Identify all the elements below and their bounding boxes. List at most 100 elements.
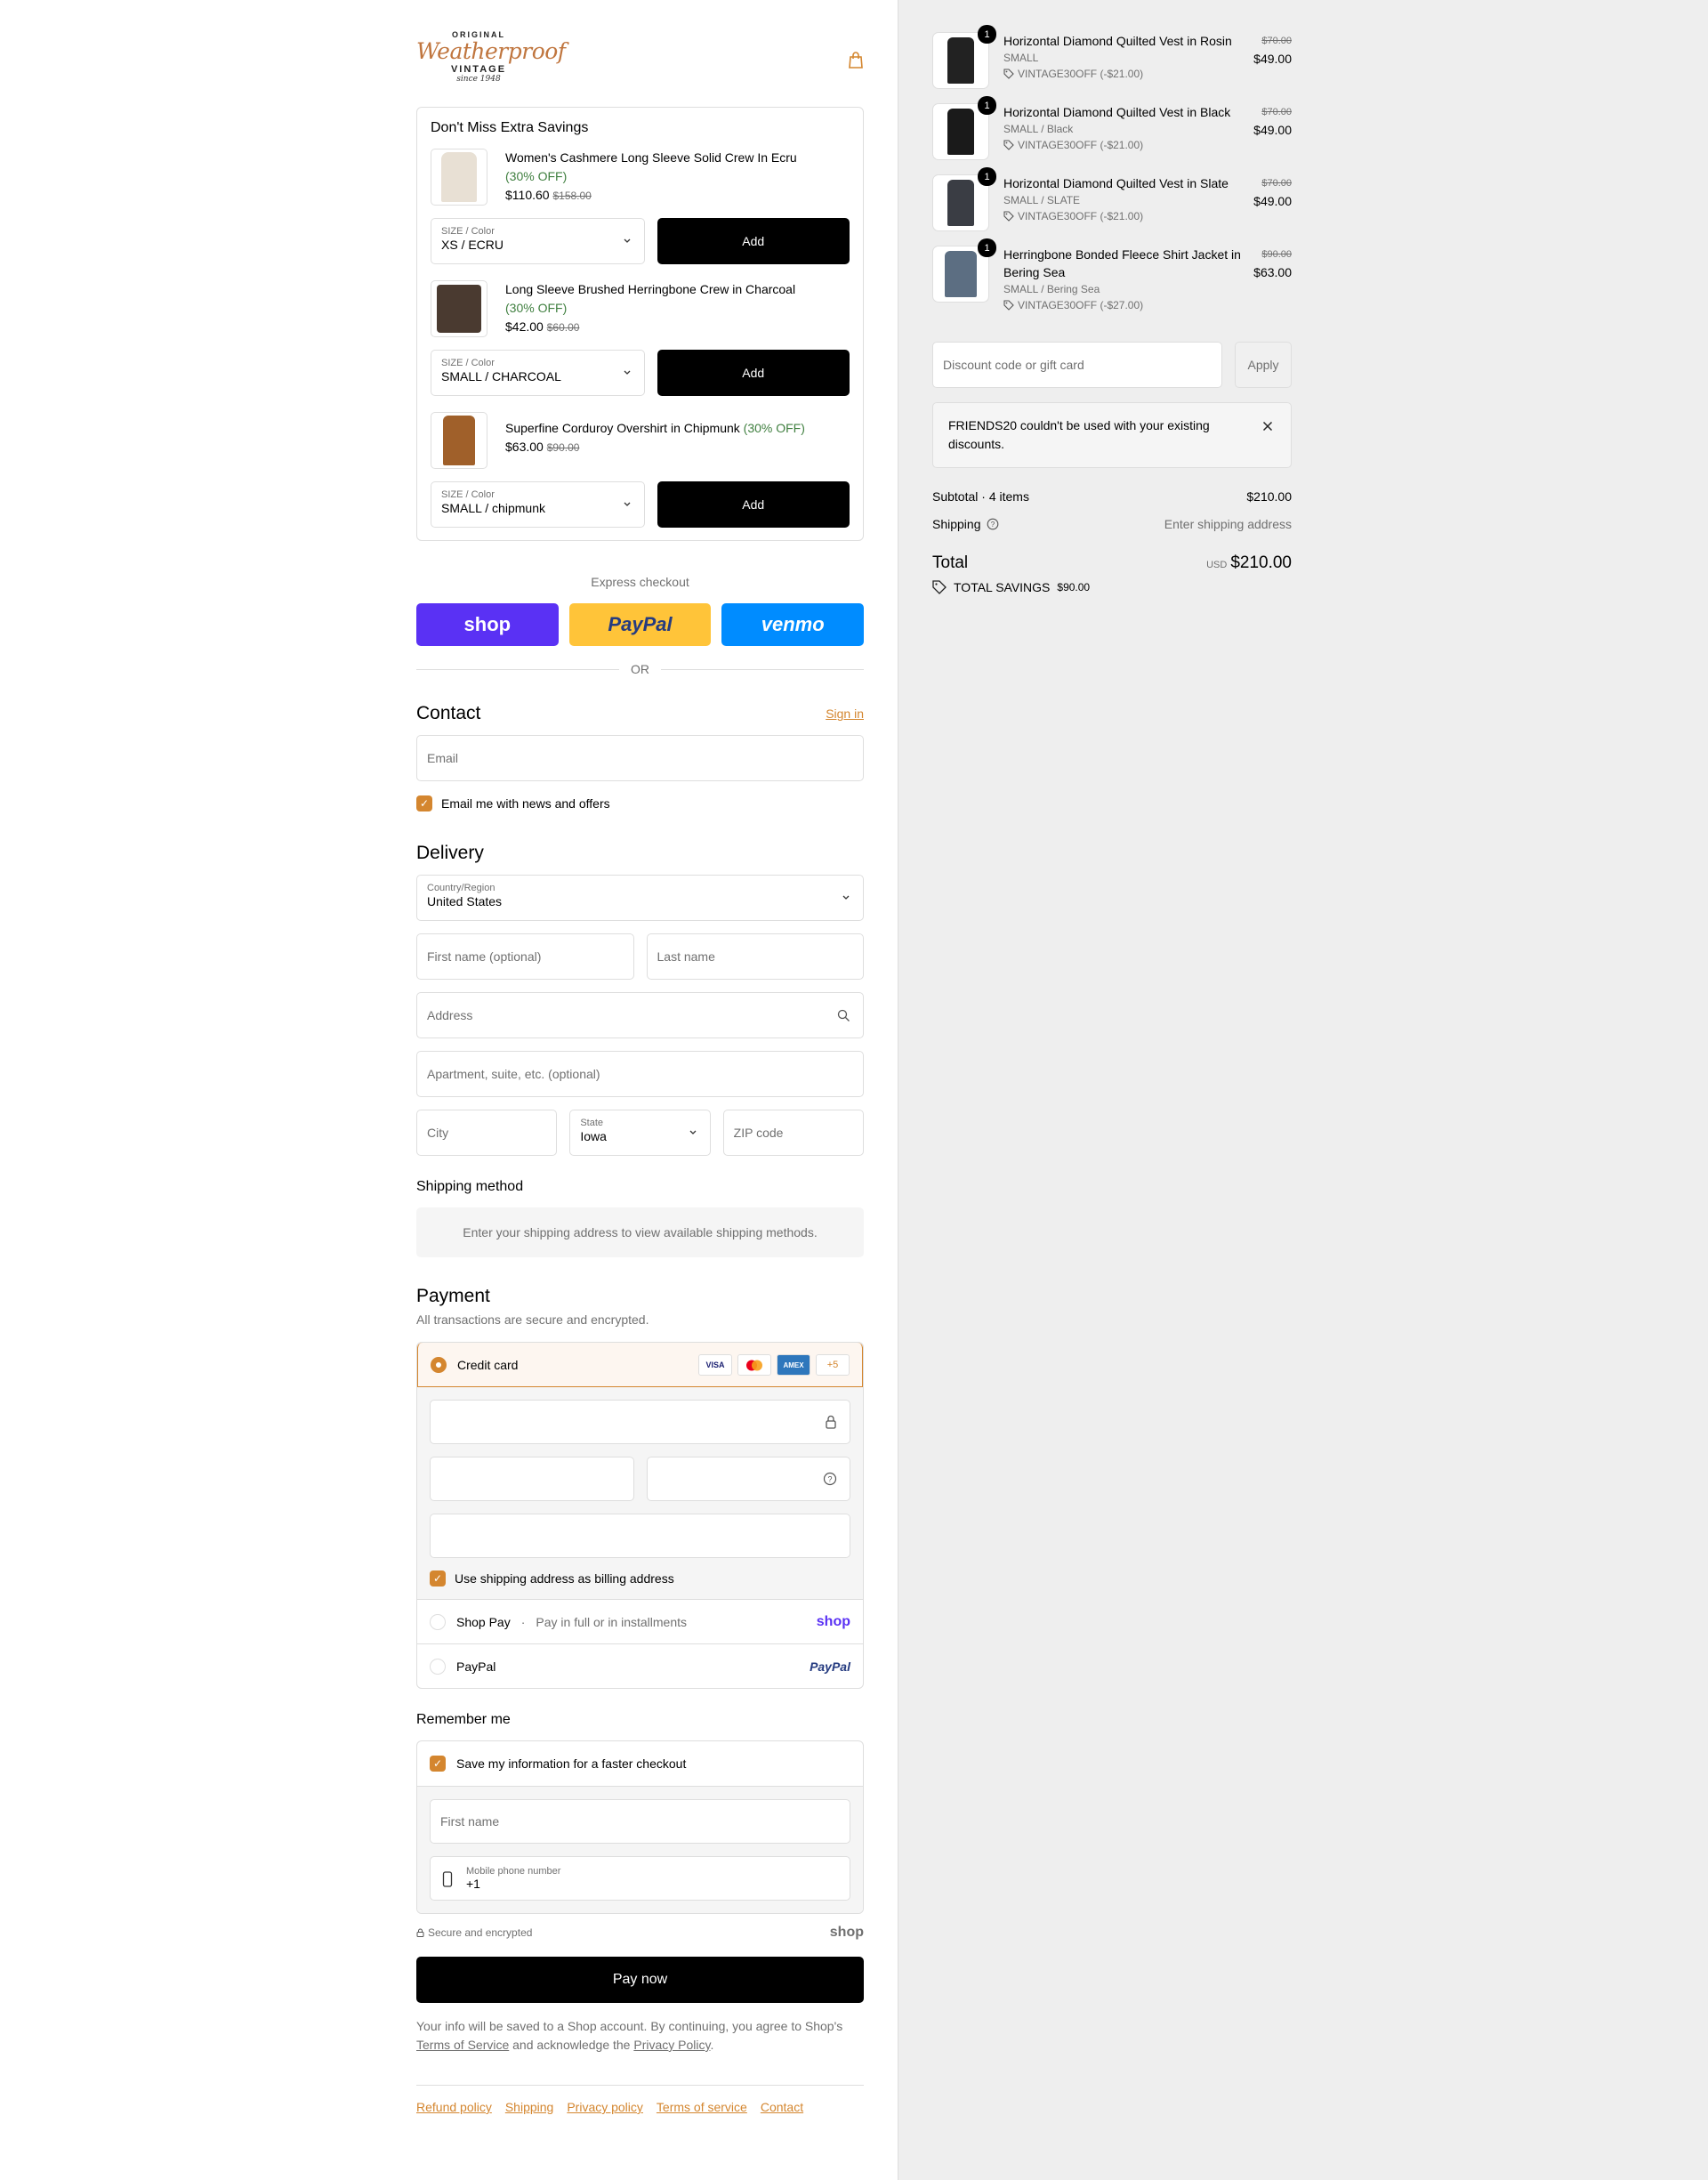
product-thumbnail: 1 bbox=[932, 238, 996, 303]
shop-pay-option[interactable]: Shop Pay · Pay in full or in installment… bbox=[417, 1599, 863, 1643]
credit-card-option[interactable]: Credit card VISA AMEX +5 bbox=[417, 1343, 863, 1387]
name-on-card-field[interactable] bbox=[430, 1514, 850, 1558]
email-field[interactable]: Email bbox=[416, 735, 864, 781]
product-thumbnail bbox=[431, 412, 487, 469]
tag-icon bbox=[1003, 211, 1014, 222]
news-checkbox-row[interactable]: ✓ Email me with news and offers bbox=[416, 795, 864, 811]
discount-code-field[interactable]: Discount code or gift card bbox=[932, 342, 1222, 388]
credit-card-label: Credit card bbox=[457, 1357, 519, 1372]
shopping-bag-icon[interactable] bbox=[848, 52, 864, 69]
quantity-badge: 1 bbox=[978, 167, 996, 186]
shop-logo: shop bbox=[816, 1613, 850, 1629]
shipping-value: Enter shipping address bbox=[1164, 517, 1292, 531]
state-select-label: State bbox=[580, 1118, 604, 1128]
order-item-name: Horizontal Diamond Quilted Vest in Slate bbox=[1003, 176, 1229, 190]
order-item-variant: SMALL bbox=[1003, 52, 1039, 64]
venmo-button[interactable]: venmo bbox=[721, 603, 865, 646]
checkout-main: ORIGINAL Weatherproof VINTAGE since 1948… bbox=[416, 0, 865, 2114]
add-button[interactable]: Add bbox=[657, 218, 850, 264]
legal-text-part: and acknowledge the bbox=[509, 2038, 634, 2052]
discount-error-text: FRIENDS20 couldn't be used with your exi… bbox=[948, 418, 1210, 451]
apply-button[interactable]: Apply bbox=[1235, 342, 1292, 388]
help-icon[interactable]: ? bbox=[987, 518, 999, 530]
variant-select-value: SMALL / chipmunk bbox=[441, 501, 545, 515]
expiry-field[interactable] bbox=[430, 1457, 634, 1501]
order-item-price: $49.00 bbox=[1253, 194, 1292, 208]
state-select[interactable]: State Iowa bbox=[569, 1110, 711, 1156]
add-button[interactable]: Add bbox=[657, 481, 850, 528]
phone-field[interactable]: Mobile phone number +1 bbox=[430, 1856, 850, 1901]
billing-checkbox-label: Use shipping address as billing address bbox=[455, 1571, 674, 1586]
security-code-field[interactable]: ? bbox=[646, 1457, 850, 1501]
apartment-field[interactable]: Apartment, suite, etc. (optional) bbox=[416, 1051, 864, 1097]
refund-policy-link[interactable]: Refund policy bbox=[416, 2100, 492, 2114]
shipping-label: Shipping bbox=[932, 517, 981, 531]
variant-select[interactable]: SIZE / Color XS / ECRU bbox=[431, 218, 645, 264]
svg-text:?: ? bbox=[827, 1475, 832, 1484]
upsell-item: Long Sleeve Brushed Herringbone Crew in … bbox=[431, 280, 850, 337]
variant-select-value: SMALL / CHARCOAL bbox=[441, 369, 561, 384]
add-button[interactable]: Add bbox=[657, 350, 850, 396]
or-divider: OR bbox=[416, 662, 864, 676]
last-name-field[interactable]: Last name bbox=[646, 933, 864, 980]
checkbox-checked[interactable]: ✓ bbox=[430, 1570, 446, 1587]
variant-select[interactable]: SIZE / Color SMALL / CHARCOAL bbox=[431, 350, 645, 396]
radio-unselected[interactable] bbox=[430, 1658, 446, 1675]
terms-link[interactable]: Terms of service bbox=[657, 2100, 747, 2114]
shop-pay-button[interactable]: shop bbox=[416, 603, 559, 646]
city-field[interactable]: City bbox=[416, 1110, 558, 1156]
paypal-logo: PayPal bbox=[608, 613, 673, 635]
privacy-policy-link[interactable]: Privacy policy bbox=[567, 2100, 643, 2114]
zip-field[interactable]: ZIP code bbox=[722, 1110, 864, 1156]
tag-icon bbox=[932, 580, 947, 594]
total-label: Total bbox=[932, 553, 969, 572]
tag-icon bbox=[1003, 140, 1014, 150]
contact-link[interactable]: Contact bbox=[761, 2100, 803, 2114]
upsell-box: Don't Miss Extra Savings Women's Cashmer… bbox=[416, 107, 864, 541]
pay-now-button[interactable]: Pay now bbox=[416, 1957, 864, 2003]
help-icon[interactable]: ? bbox=[823, 1472, 837, 1486]
checkbox-checked[interactable]: ✓ bbox=[416, 795, 432, 811]
brand-logo[interactable]: ORIGINAL Weatherproof VINTAGE since 1948 bbox=[416, 30, 566, 84]
paypal-button[interactable]: PayPal bbox=[568, 603, 712, 646]
radio-unselected[interactable] bbox=[430, 1613, 446, 1630]
order-line-item: 1 Horizontal Diamond Quilted Vest in Sla… bbox=[932, 167, 1292, 246]
phone-value: +1 bbox=[466, 1877, 480, 1891]
payment-heading: Payment bbox=[416, 1286, 490, 1306]
billing-checkbox-row[interactable]: ✓ Use shipping address as billing addres… bbox=[430, 1570, 850, 1587]
chevron-down-icon bbox=[624, 238, 630, 243]
discount-row: Discount code or gift card Apply bbox=[932, 342, 1292, 388]
order-line-item: 1 Horizontal Diamond Quilted Vest in Ros… bbox=[932, 25, 1292, 103]
save-info-row[interactable]: ✓ Save my information for a faster check… bbox=[417, 1741, 863, 1786]
remember-form: First name Mobile phone number +1 bbox=[417, 1786, 863, 1913]
paypal-option[interactable]: PayPal PayPal bbox=[417, 1643, 863, 1688]
quantity-badge: 1 bbox=[978, 96, 996, 115]
shop-privacy-link[interactable]: Privacy Policy bbox=[633, 2038, 710, 2052]
radio-selected[interactable] bbox=[431, 1356, 447, 1373]
card-number-field[interactable] bbox=[430, 1400, 850, 1444]
payment-subtitle: All transactions are secure and encrypte… bbox=[416, 1312, 649, 1327]
state-select-value: Iowa bbox=[580, 1129, 607, 1143]
order-item-compare: $70.00 bbox=[1261, 36, 1292, 46]
more-cards-badge: +5 bbox=[816, 1354, 850, 1376]
shipping-method-note: Enter your shipping address to view avai… bbox=[416, 1207, 864, 1257]
shop-terms-link[interactable]: Terms of Service bbox=[416, 2038, 509, 2052]
variant-select-label: SIZE / Color bbox=[441, 226, 495, 237]
country-select[interactable]: Country/Region United States bbox=[416, 875, 864, 921]
upsell-item-off: (30% OFF) bbox=[743, 421, 805, 435]
variant-select-label: SIZE / Color bbox=[441, 489, 495, 500]
logo-since: since 1948 bbox=[456, 75, 501, 84]
order-line-item: 1 Herringbone Bonded Fleece Shirt Jacket… bbox=[932, 238, 1292, 331]
order-item-variant: SMALL / SLATE bbox=[1003, 194, 1081, 206]
checkbox-checked[interactable]: ✓ bbox=[430, 1756, 446, 1772]
shipping-link[interactable]: Shipping bbox=[505, 2100, 554, 2114]
total-savings-value: $90.00 bbox=[1057, 581, 1091, 593]
address-field[interactable]: Address bbox=[416, 992, 864, 1038]
remember-first-name-field[interactable]: First name bbox=[430, 1799, 850, 1844]
close-icon[interactable] bbox=[1262, 421, 1273, 432]
product-thumbnail bbox=[431, 280, 487, 337]
variant-select[interactable]: SIZE / Color SMALL / chipmunk bbox=[431, 481, 645, 528]
first-name-field[interactable]: First name (optional) bbox=[416, 933, 634, 980]
sign-in-link[interactable]: Sign in bbox=[826, 706, 864, 721]
order-item-price: $49.00 bbox=[1253, 52, 1292, 66]
